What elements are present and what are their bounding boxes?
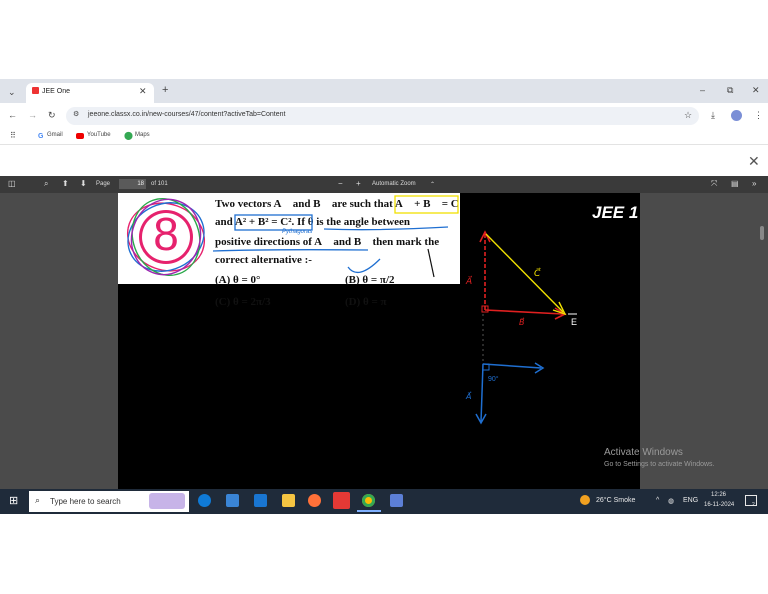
scrollbar-thumb[interactable] (760, 226, 764, 240)
firefox-icon[interactable] (308, 494, 321, 507)
weather-icon (580, 495, 590, 505)
label-vector-a-lower: A⃗ (466, 392, 472, 401)
zoom-out-button[interactable]: − (338, 179, 343, 188)
profile-avatar[interactable] (731, 110, 742, 121)
taskbar-search-placeholder: Type here to search (50, 497, 121, 506)
outlook-icon[interactable] (254, 494, 267, 507)
notification-count: 2 (752, 502, 755, 508)
store-icon[interactable] (226, 494, 239, 507)
find-icon[interactable]: ⌕ (44, 179, 48, 189)
bookmark-star-icon[interactable]: ☆ (684, 110, 692, 120)
bookmark-maps[interactable]: Maps (135, 132, 150, 138)
youtube-icon (76, 133, 84, 139)
apps-grid-icon[interactable]: ⠿ (10, 131, 16, 141)
forward-icon[interactable]: → (28, 110, 37, 120)
document-icon[interactable]: ▤ (731, 179, 739, 188)
menu-kebab-icon[interactable]: ⋮ (754, 110, 763, 120)
activate-windows-subtitle: Go to Settings to activate Windows. (604, 461, 715, 468)
zoom-select[interactable]: Automatic Zoom (372, 181, 416, 187)
prev-page-icon[interactable]: ⬆ (62, 179, 69, 188)
clock-time[interactable]: 12:26 (711, 492, 726, 498)
next-page-icon[interactable]: ⬇ (80, 179, 87, 188)
active-app-indicator (357, 510, 381, 512)
page-close-icon[interactable]: ✕ (748, 153, 760, 170)
back-icon[interactable]: ← (8, 110, 17, 120)
site-info-icon[interactable]: ⚙ (73, 110, 79, 120)
annotation-pythagoras: Pythagoras (282, 229, 313, 235)
zoom-chevron-icon[interactable]: ⌃ (430, 181, 435, 188)
page-total: of 101 (151, 181, 168, 187)
activate-windows-title: Activate Windows (604, 447, 683, 458)
search-icon: ⌕ (35, 495, 41, 505)
presentation-mode-icon[interactable]: ⤧ (711, 179, 717, 189)
search-highlight-icon[interactable] (149, 493, 185, 509)
bookmark-gmail[interactable]: Gmail (47, 132, 63, 138)
page-number-input[interactable]: 18 (119, 179, 146, 189)
app-icon[interactable] (390, 494, 403, 507)
gmail-icon: G (38, 133, 44, 140)
restore-button[interactable]: ⧉ (727, 85, 733, 95)
zoom-in-button[interactable]: + (356, 179, 361, 188)
chrome-icon[interactable] (362, 494, 375, 507)
maps-icon: ⬤ (124, 131, 133, 140)
vector-diagram (475, 230, 577, 425)
annotation-also: Also (463, 199, 479, 208)
label-vector-a: A⃗ (466, 276, 473, 286)
label-vector-c: C⃗ (534, 268, 541, 278)
tab-search-icon[interactable]: ⌄ (8, 87, 16, 97)
tray-overflow-icon[interactable]: ^ (656, 497, 659, 504)
app-c-icon[interactable] (333, 492, 350, 509)
bookmarks-bar (0, 128, 768, 145)
edge-icon[interactable] (198, 494, 211, 507)
label-vector-b: B⃗ (519, 318, 525, 327)
tab-close-icon[interactable]: ✕ (139, 86, 147, 96)
page-label: Page (96, 181, 111, 187)
sidebar-toggle-icon[interactable]: ◫ (8, 179, 16, 188)
download-icon[interactable]: ⤓ (711, 110, 715, 120)
window-close-button[interactable]: ✕ (752, 85, 760, 95)
notification-icon[interactable] (745, 495, 757, 506)
url-text: jeeone.classx.co.in/new-courses/47/conte… (88, 111, 286, 118)
clock-date[interactable]: 16-11-2024 (704, 502, 734, 508)
weather-text[interactable]: 26°C Smoke (596, 497, 635, 504)
language-indicator[interactable]: ENG (683, 497, 698, 504)
new-tab-button[interactable]: + (162, 85, 168, 96)
tools-expand-icon[interactable]: » (752, 179, 756, 188)
jee-one-logo: JEE 1 (592, 203, 639, 222)
reload-icon[interactable]: ↻ (48, 110, 56, 120)
minimize-button[interactable]: – (700, 85, 705, 95)
file-explorer-icon[interactable] (282, 494, 295, 507)
tab-title: JEE One (42, 88, 71, 95)
bookmark-youtube[interactable]: YouTube (87, 132, 111, 138)
tab-favicon-icon (32, 87, 39, 94)
network-icon[interactable]: ◍ (668, 497, 674, 505)
label-90-degrees: 90° (488, 376, 499, 383)
label-e: E (571, 317, 578, 327)
start-button[interactable]: ⊞ (9, 495, 18, 507)
